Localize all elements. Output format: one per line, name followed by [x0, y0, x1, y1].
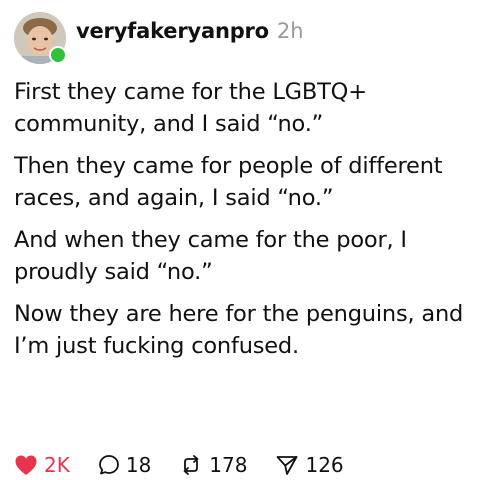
post-timestamp: 2h [276, 19, 304, 43]
post-paragraph-3: And when they came for the poor, I proud… [14, 227, 407, 285]
post-paragraph-2: Then they came for people of different r… [14, 153, 443, 211]
online-status-indicator [49, 46, 67, 64]
post-paragraph-1: First they came for the LGBTQ+ community… [14, 79, 367, 137]
post-card: veryfakeryanpro 2h First they came for t… [0, 0, 480, 480]
post-body: First they came for the LGBTQ+ community… [14, 76, 470, 372]
avatar-container[interactable] [14, 12, 67, 64]
post-paragraph-4: Now they are here for the penguins, and … [14, 301, 464, 359]
comment-icon [98, 455, 119, 475]
repost-count: 178 [209, 453, 248, 477]
repost-button[interactable]: 178 [179, 453, 247, 477]
author-username[interactable]: veryfakeryanpro [76, 19, 269, 43]
send-icon [277, 456, 298, 475]
reply-button[interactable]: 18 [98, 453, 151, 477]
like-count: 2K [44, 453, 70, 477]
share-count: 126 [305, 453, 344, 477]
like-button[interactable]: 2K [14, 453, 70, 477]
post-actions: 2K 18 178 126 [14, 452, 372, 478]
post-header: veryfakeryanpro 2h [14, 10, 304, 66]
repost-icon [183, 455, 199, 475]
heart-icon [15, 455, 37, 475]
reply-count: 18 [125, 453, 152, 477]
share-button[interactable]: 126 [275, 453, 344, 477]
